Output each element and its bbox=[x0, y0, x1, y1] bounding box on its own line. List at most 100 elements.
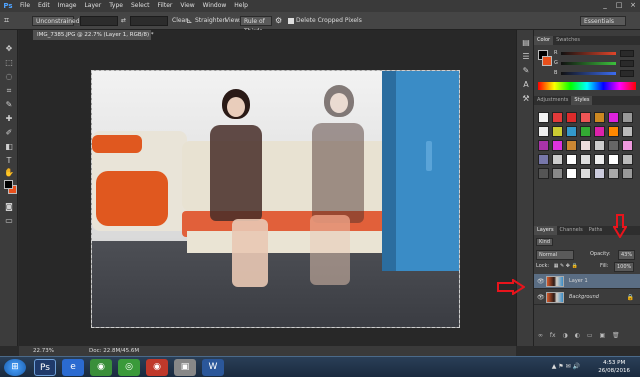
green-slider-bar[interactable] bbox=[561, 62, 616, 65]
screen-mode-icon[interactable]: ▭ bbox=[4, 216, 14, 226]
blue-value[interactable] bbox=[620, 70, 634, 77]
layer-name[interactable]: Layer 1 bbox=[569, 274, 588, 289]
style-swatch[interactable] bbox=[622, 126, 633, 137]
document-tab[interactable]: IMG_7385.JPG @ 22.7% (Layer 1, RGB/8) * bbox=[33, 30, 154, 40]
clock[interactable]: 4:53 PM 26/08/2016 bbox=[598, 359, 630, 375]
style-swatch[interactable] bbox=[566, 126, 577, 137]
workspace-dropdown[interactable]: Essentials bbox=[580, 16, 626, 26]
taskbar-chrome-2[interactable]: ◉ bbox=[146, 359, 168, 376]
fx-icon[interactable]: fx bbox=[550, 332, 556, 339]
quick-mask-icon[interactable]: ◙ bbox=[4, 202, 14, 212]
style-swatch[interactable] bbox=[538, 112, 549, 123]
taskbar-app[interactable]: ◎ bbox=[118, 359, 140, 376]
style-swatch[interactable] bbox=[566, 140, 577, 151]
style-swatch[interactable] bbox=[552, 168, 563, 179]
adjustment-icon[interactable]: ◐ bbox=[575, 332, 580, 339]
mask-icon[interactable]: ◑ bbox=[563, 332, 568, 339]
tab-styles[interactable]: Styles bbox=[571, 96, 593, 105]
zoom-level[interactable]: 22.73% bbox=[33, 346, 54, 356]
minimize-button[interactable]: _ bbox=[600, 1, 610, 10]
layer-row[interactable]: 👁 Background 🔒 bbox=[534, 290, 640, 305]
menu-window[interactable]: Window bbox=[199, 0, 231, 12]
style-swatch[interactable] bbox=[608, 168, 619, 179]
marquee-tool-icon[interactable]: ⬚ bbox=[4, 58, 14, 68]
style-swatch[interactable] bbox=[594, 168, 605, 179]
style-swatch[interactable] bbox=[580, 112, 591, 123]
history-icon[interactable]: ▤ bbox=[521, 38, 531, 48]
eye-icon[interactable]: 👁 bbox=[537, 290, 545, 305]
style-swatch[interactable] bbox=[622, 140, 633, 151]
swap-icon[interactable]: ⇄ bbox=[121, 16, 126, 26]
taskbar-word[interactable]: W bbox=[202, 359, 224, 376]
layer-row[interactable]: 👁 Layer 1 bbox=[534, 274, 640, 289]
brush-presets-icon[interactable]: ✎ bbox=[521, 66, 531, 76]
move-tool-icon[interactable]: ✥ bbox=[4, 44, 14, 54]
style-swatch[interactable] bbox=[594, 140, 605, 151]
properties-icon[interactable]: ☰ bbox=[521, 52, 531, 62]
fill-field[interactable]: 100% bbox=[614, 262, 635, 272]
foreground-color-swatch[interactable] bbox=[4, 180, 13, 189]
folder-icon[interactable]: ▭ bbox=[587, 332, 593, 339]
brush-tool-icon[interactable]: ✐ bbox=[4, 128, 14, 138]
menu-filter[interactable]: Filter bbox=[154, 0, 177, 12]
style-swatch[interactable] bbox=[566, 112, 577, 123]
link-icon[interactable]: ∞ bbox=[538, 332, 543, 339]
style-swatch[interactable] bbox=[538, 154, 549, 165]
style-swatch[interactable] bbox=[608, 154, 619, 165]
blue-slider-bar[interactable] bbox=[561, 72, 616, 75]
maximize-button[interactable]: □ bbox=[614, 1, 624, 10]
style-swatch[interactable] bbox=[538, 126, 549, 137]
taskbar-explorer[interactable]: ▣ bbox=[174, 359, 196, 376]
style-swatch[interactable] bbox=[580, 154, 591, 165]
eye-icon[interactable]: 👁 bbox=[537, 274, 545, 289]
healing-tool-icon[interactable]: ✚ bbox=[4, 114, 14, 124]
blue-slider[interactable]: B bbox=[554, 70, 636, 77]
lock-icon[interactable]: ▦ ✎ ✥ 🔒 bbox=[554, 263, 578, 269]
height-field[interactable] bbox=[130, 16, 168, 26]
photo-canvas[interactable] bbox=[91, 70, 460, 328]
red-slider[interactable]: R bbox=[554, 50, 636, 57]
menu-select[interactable]: Select bbox=[127, 0, 154, 12]
style-swatch[interactable] bbox=[566, 168, 577, 179]
menu-help[interactable]: Help bbox=[230, 0, 252, 12]
crop-tool-icon[interactable]: ⌗ bbox=[4, 86, 14, 96]
eyedropper-tool-icon[interactable]: ✎ bbox=[4, 100, 14, 110]
style-swatch[interactable] bbox=[552, 112, 563, 123]
start-button-icon[interactable]: ⊞ bbox=[4, 359, 26, 376]
type-tool-icon[interactable]: T bbox=[4, 156, 14, 166]
style-swatch[interactable] bbox=[608, 140, 619, 151]
style-swatch[interactable] bbox=[622, 168, 633, 179]
menu-image[interactable]: Image bbox=[54, 0, 81, 12]
style-swatch[interactable] bbox=[594, 154, 605, 165]
lasso-tool-icon[interactable]: ◌ bbox=[4, 72, 14, 82]
style-swatch[interactable] bbox=[608, 126, 619, 137]
close-button[interactable]: × bbox=[628, 1, 638, 10]
red-value[interactable] bbox=[620, 50, 634, 57]
width-field[interactable] bbox=[80, 16, 118, 26]
tab-adjustments[interactable]: Adjustments bbox=[534, 96, 571, 105]
tray-icons[interactable]: ▲ ⚑ ✉ 🔊 bbox=[552, 363, 580, 370]
eraser-tool-icon[interactable]: ◧ bbox=[4, 142, 14, 152]
blend-mode-dropdown[interactable]: Normal bbox=[536, 250, 574, 260]
style-swatch[interactable] bbox=[594, 126, 605, 137]
taskbar-chrome[interactable]: ◉ bbox=[90, 359, 112, 376]
ratio-dropdown[interactable]: Unconstrained bbox=[32, 16, 80, 26]
style-swatch[interactable] bbox=[580, 168, 591, 179]
style-swatch[interactable] bbox=[552, 154, 563, 165]
hand-tool-icon[interactable]: ✋ bbox=[4, 168, 14, 178]
green-value[interactable] bbox=[620, 60, 634, 67]
style-swatch[interactable] bbox=[608, 112, 619, 123]
style-swatch[interactable] bbox=[622, 154, 633, 165]
tab-swatches[interactable]: Swatches bbox=[553, 36, 583, 45]
crop-tool-icon[interactable]: ⌗ bbox=[4, 16, 9, 26]
style-swatch[interactable] bbox=[552, 140, 563, 151]
style-swatch[interactable] bbox=[538, 168, 549, 179]
character-icon[interactable]: A bbox=[521, 80, 531, 90]
tools-preset-icon[interactable]: ⚒ bbox=[521, 94, 531, 104]
gear-icon[interactable]: ⚙ bbox=[275, 16, 282, 26]
style-swatch[interactable] bbox=[538, 140, 549, 151]
color-spectrum[interactable] bbox=[538, 82, 636, 90]
taskbar-ie[interactable]: e bbox=[62, 359, 84, 376]
style-swatch[interactable] bbox=[580, 140, 591, 151]
menu-file[interactable]: File bbox=[16, 0, 34, 12]
